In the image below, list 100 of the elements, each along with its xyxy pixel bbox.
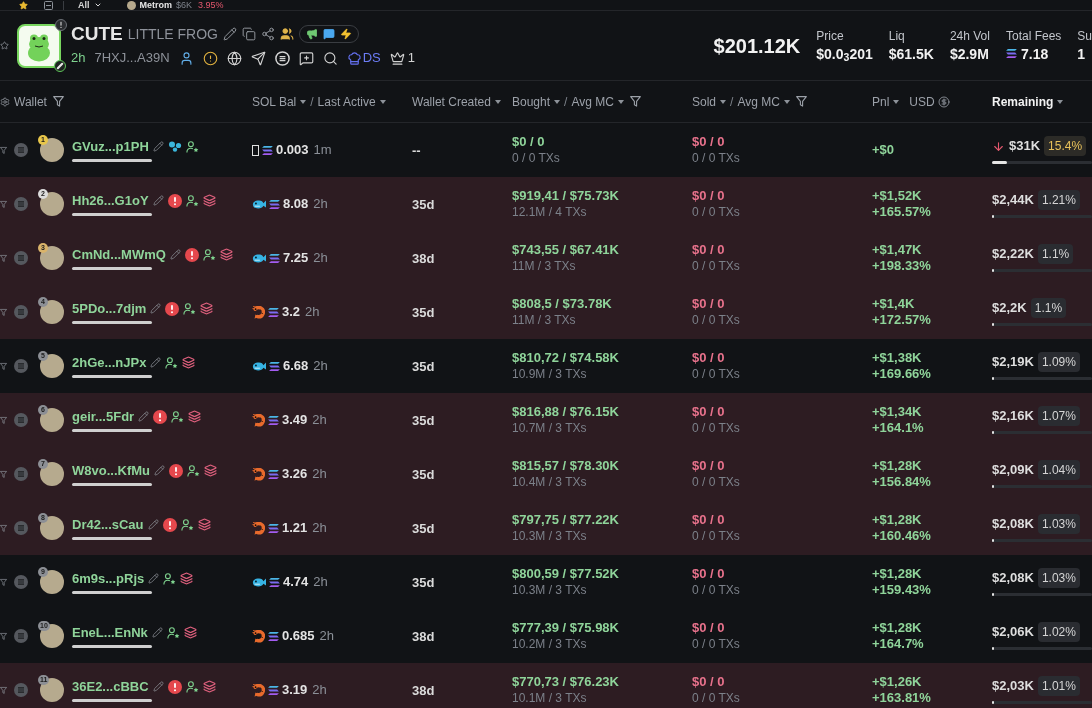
column-header[interactable]: Pnl — [872, 92, 890, 111]
wallet-link[interactable]: 36E2...cBBC — [72, 678, 149, 695]
settings-icon[interactable] — [0, 96, 10, 107]
filter-icon[interactable] — [629, 96, 641, 107]
alert-icon — [165, 301, 180, 316]
wallet-link[interactable]: EneL...EnNk — [72, 624, 148, 641]
edit-icon[interactable] — [148, 573, 160, 584]
menu-icon[interactable] — [14, 359, 28, 373]
sol-balance: 3.26 — [282, 465, 308, 484]
sort-caret-icon[interactable] — [379, 99, 386, 104]
menu-icon[interactable] — [14, 197, 28, 211]
edit-icon[interactable] — [154, 465, 165, 476]
last-active: 2h — [312, 411, 327, 430]
sort-caret-icon[interactable] — [617, 99, 624, 104]
currency-toggle[interactable]: USD — [909, 92, 950, 111]
sort-caret-icon[interactable] — [893, 99, 900, 104]
wallet-age: 35d — [412, 413, 435, 428]
share-icon[interactable] — [260, 27, 275, 42]
sort-caret-icon[interactable] — [720, 99, 727, 104]
user-star-icon — [165, 356, 179, 369]
layers-icon — [182, 356, 196, 369]
menu-icon[interactable] — [14, 575, 28, 589]
column-header[interactable]: Sold — [692, 92, 717, 111]
column-header[interactable]: Last Active — [317, 92, 376, 111]
ds-link[interactable]: DS — [346, 48, 381, 68]
edit-icon[interactable] — [151, 627, 163, 638]
edit-icon[interactable] — [150, 357, 162, 368]
column-header[interactable]: Avg MC — [571, 92, 614, 111]
filter-icon[interactable] — [795, 96, 807, 107]
sort-caret-icon[interactable] — [783, 99, 790, 104]
column-header[interactable]: Remaining — [992, 92, 1054, 111]
favorite-star-icon[interactable] — [0, 41, 9, 50]
edit-icon[interactable] — [150, 303, 162, 314]
wallet-link[interactable]: 6m9s...pRjs — [72, 570, 145, 587]
sort-caret-icon[interactable] — [554, 99, 561, 104]
ticker-name[interactable]: Metrom — [139, 0, 173, 10]
filter-dropdown[interactable]: All — [78, 0, 102, 10]
globe-icon[interactable] — [226, 50, 242, 66]
message-plus-icon[interactable] — [298, 50, 314, 66]
column-header[interactable]: Wallet — [14, 92, 47, 111]
wallet-link[interactable]: 2hGe...nJPx — [72, 354, 147, 371]
menu-icon[interactable] — [14, 521, 28, 535]
search-icon[interactable] — [322, 50, 338, 66]
column-header[interactable]: Wallet Created — [412, 92, 491, 111]
pnl-percent: +169.66% — [872, 366, 932, 382]
layers-icon — [204, 464, 217, 477]
edit-icon[interactable] — [152, 141, 164, 152]
filter-icon[interactable] — [0, 361, 7, 371]
pnl-percent: +172.57% — [872, 312, 932, 328]
menu-icon[interactable] — [14, 413, 28, 427]
wallet-link[interactable]: W8vo...KfMu — [72, 462, 150, 479]
bought-detail: 11M / 3 TXs — [512, 258, 577, 274]
menu-icon[interactable] — [14, 467, 28, 481]
edit-icon[interactable] — [147, 519, 159, 530]
chat-icon[interactable] — [322, 28, 335, 41]
menu-icon[interactable] — [14, 305, 28, 319]
wallet-link[interactable]: Hh26...G1oY — [72, 192, 149, 209]
alert-circle-icon[interactable] — [202, 50, 218, 66]
menu-icon[interactable] — [14, 683, 28, 697]
sort-caret-icon[interactable] — [1057, 99, 1064, 104]
stat-value: 7.18 — [1020, 44, 1049, 64]
sort-caret-icon[interactable] — [494, 99, 501, 104]
remaining-usd: $2,19K — [992, 353, 1034, 371]
list-circle-icon[interactable] — [274, 50, 290, 66]
menu-icon[interactable] — [14, 143, 28, 157]
filter-icon[interactable] — [52, 96, 64, 107]
wallet-link[interactable]: geir...5Fdr — [72, 408, 135, 425]
column-header[interactable]: SOL Bal — [252, 92, 297, 111]
sol-icon — [268, 523, 279, 533]
bought-detail: 10.2M / 3 TXs — [512, 636, 588, 652]
wallet-link[interactable]: CmNd...MWmQ — [72, 246, 166, 263]
wallet-age: 38d — [412, 251, 435, 266]
column-header[interactable]: Avg MC — [737, 92, 780, 111]
column-header[interactable]: Bought — [512, 92, 551, 111]
send-icon[interactable] — [250, 50, 266, 66]
filter-icon[interactable] — [0, 577, 7, 587]
copy-icon[interactable] — [241, 27, 256, 42]
lightning-icon[interactable] — [339, 28, 352, 41]
token-address[interactable]: 7HXJ...A39N — [94, 48, 170, 68]
sold-amount: $0 / 0 — [692, 566, 726, 582]
filter-icon[interactable] — [0, 145, 7, 155]
people-icon[interactable] — [279, 27, 294, 42]
layers-icon — [183, 626, 197, 639]
edit-icon[interactable] — [152, 195, 164, 206]
filter-icon[interactable] — [0, 631, 7, 641]
list-icon[interactable] — [44, 0, 53, 10]
wallet-link[interactable]: 5PDo...7djm — [72, 300, 147, 317]
menu-icon[interactable] — [14, 251, 28, 265]
megaphone-icon[interactable] — [305, 28, 318, 41]
user-icon[interactable] — [178, 50, 194, 66]
wallet-link[interactable]: GVuz...p1PH — [72, 138, 149, 155]
edit-icon[interactable] — [138, 411, 150, 422]
edit-icon[interactable] — [169, 249, 181, 260]
edit-icon[interactable] — [152, 681, 164, 692]
favorite-star-icon[interactable] — [19, 0, 28, 10]
edit-icon[interactable] — [222, 27, 237, 42]
sort-caret-icon[interactable] — [300, 99, 307, 104]
menu-icon[interactable] — [14, 629, 28, 643]
crown-counter[interactable]: 1 — [389, 48, 415, 68]
wallet-link[interactable]: Dr42...sCau — [72, 516, 144, 533]
